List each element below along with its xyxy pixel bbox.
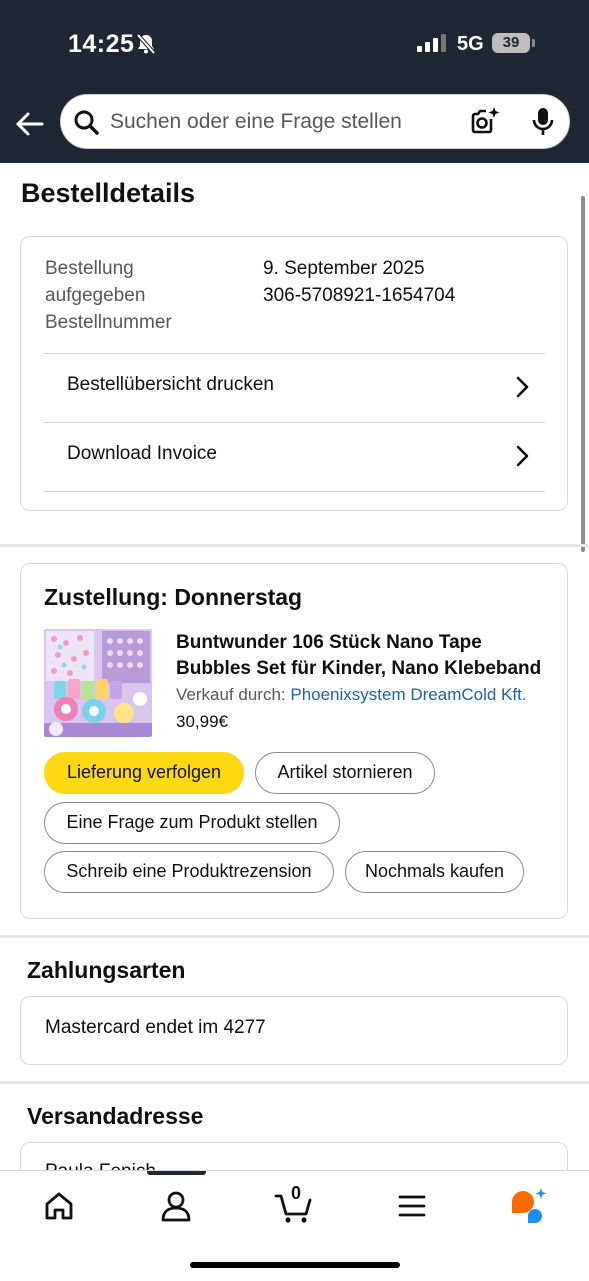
network-type: 5G [457, 33, 484, 55]
section-divider [0, 544, 589, 547]
seller-info: Verkauf durch: Phoenixsystem DreamCold K… [176, 685, 527, 705]
section-divider [0, 1081, 589, 1084]
cellular-signal-icon [417, 34, 446, 52]
rufus-assistant-icon[interactable] [508, 1186, 548, 1226]
product-image[interactable] [44, 629, 152, 737]
download-invoice-link[interactable]: Download Invoice [44, 422, 545, 491]
chevron-right-icon [516, 445, 529, 467]
seller-prefix: Verkauf durch: [176, 685, 286, 704]
page-title: Bestelldetails [21, 178, 196, 208]
active-tab-indicator [147, 1171, 206, 1175]
search-bar[interactable] [60, 94, 570, 149]
print-order-summary-link[interactable]: Bestellübersicht drucken [44, 353, 545, 422]
track-package-button[interactable]: Lieferung verfolgen [44, 752, 244, 794]
payment-method-card: Mastercard endet im 4277 [20, 996, 568, 1065]
payment-section-title: Zahlungsarten [27, 957, 186, 983]
order-placed-label-2: aufgegeben [45, 285, 146, 306]
status-time: 14:25 [68, 30, 135, 58]
chevron-right-icon [516, 376, 529, 398]
order-date: 9. September 2025 [263, 258, 425, 279]
app-header: 14:25 5G 39 [0, 0, 589, 163]
product-price: 30,99€ [176, 712, 228, 731]
back-button[interactable] [14, 108, 46, 140]
ask-product-question-button[interactable]: Eine Frage zum Produkt stellen [44, 802, 340, 844]
battery-indicator: 39 [492, 33, 530, 53]
payment-method: Mastercard endet im 4277 [45, 1017, 266, 1039]
delivery-card: Zustellung: Donnerstag Buntwunder 106 St… [20, 563, 568, 919]
cancel-item-button[interactable]: Artikel stornieren [255, 752, 435, 794]
product-title-line-1: Buntwunder 106 Stück Nano Tape [176, 632, 482, 653]
seller-link[interactable]: Phoenixsystem DreamCold Kft. [290, 685, 526, 704]
home-indicator [190, 1262, 400, 1268]
order-number: 306-5708921-1654704 [263, 285, 456, 306]
order-number-label: Bestellnummer [45, 312, 172, 333]
home-icon[interactable] [39, 1186, 79, 1226]
cart-count-badge: 0 [291, 1183, 302, 1203]
product-title-line-2: Bubbles Set für Kinder, Nano Klebeband [176, 658, 542, 679]
product-title[interactable]: Buntwunder 106 Stück Nano Tape Bubbles S… [176, 630, 546, 682]
write-review-button[interactable]: Schreib eine Produktrezension [44, 851, 334, 893]
bell-muted-icon [136, 33, 156, 55]
menu-icon[interactable] [392, 1186, 432, 1226]
divider [44, 491, 545, 492]
shipping-section-title: Versandadresse [27, 1103, 204, 1129]
search-icon [74, 110, 99, 135]
search-input[interactable] [110, 107, 440, 137]
section-divider [0, 935, 589, 938]
battery-tip [532, 39, 535, 47]
scrollbar[interactable] [581, 196, 585, 552]
delivery-title: Zustellung: Donnerstag [44, 584, 303, 610]
order-info-card: Bestellung aufgegeben Bestellnummer 9. S… [20, 236, 568, 511]
buy-again-button[interactable]: Nochmals kaufen [345, 851, 524, 893]
camera-lens-icon[interactable] [469, 105, 501, 137]
microphone-icon[interactable] [531, 107, 555, 137]
card-brand: Mastercard [45, 1017, 141, 1038]
order-placed-label: Bestellung [45, 258, 134, 279]
card-ending: endet im 4277 [145, 1017, 266, 1038]
download-invoice-label: Download Invoice [67, 443, 217, 464]
account-icon[interactable] [156, 1186, 196, 1226]
print-order-summary-label: Bestellübersicht drucken [67, 374, 274, 395]
